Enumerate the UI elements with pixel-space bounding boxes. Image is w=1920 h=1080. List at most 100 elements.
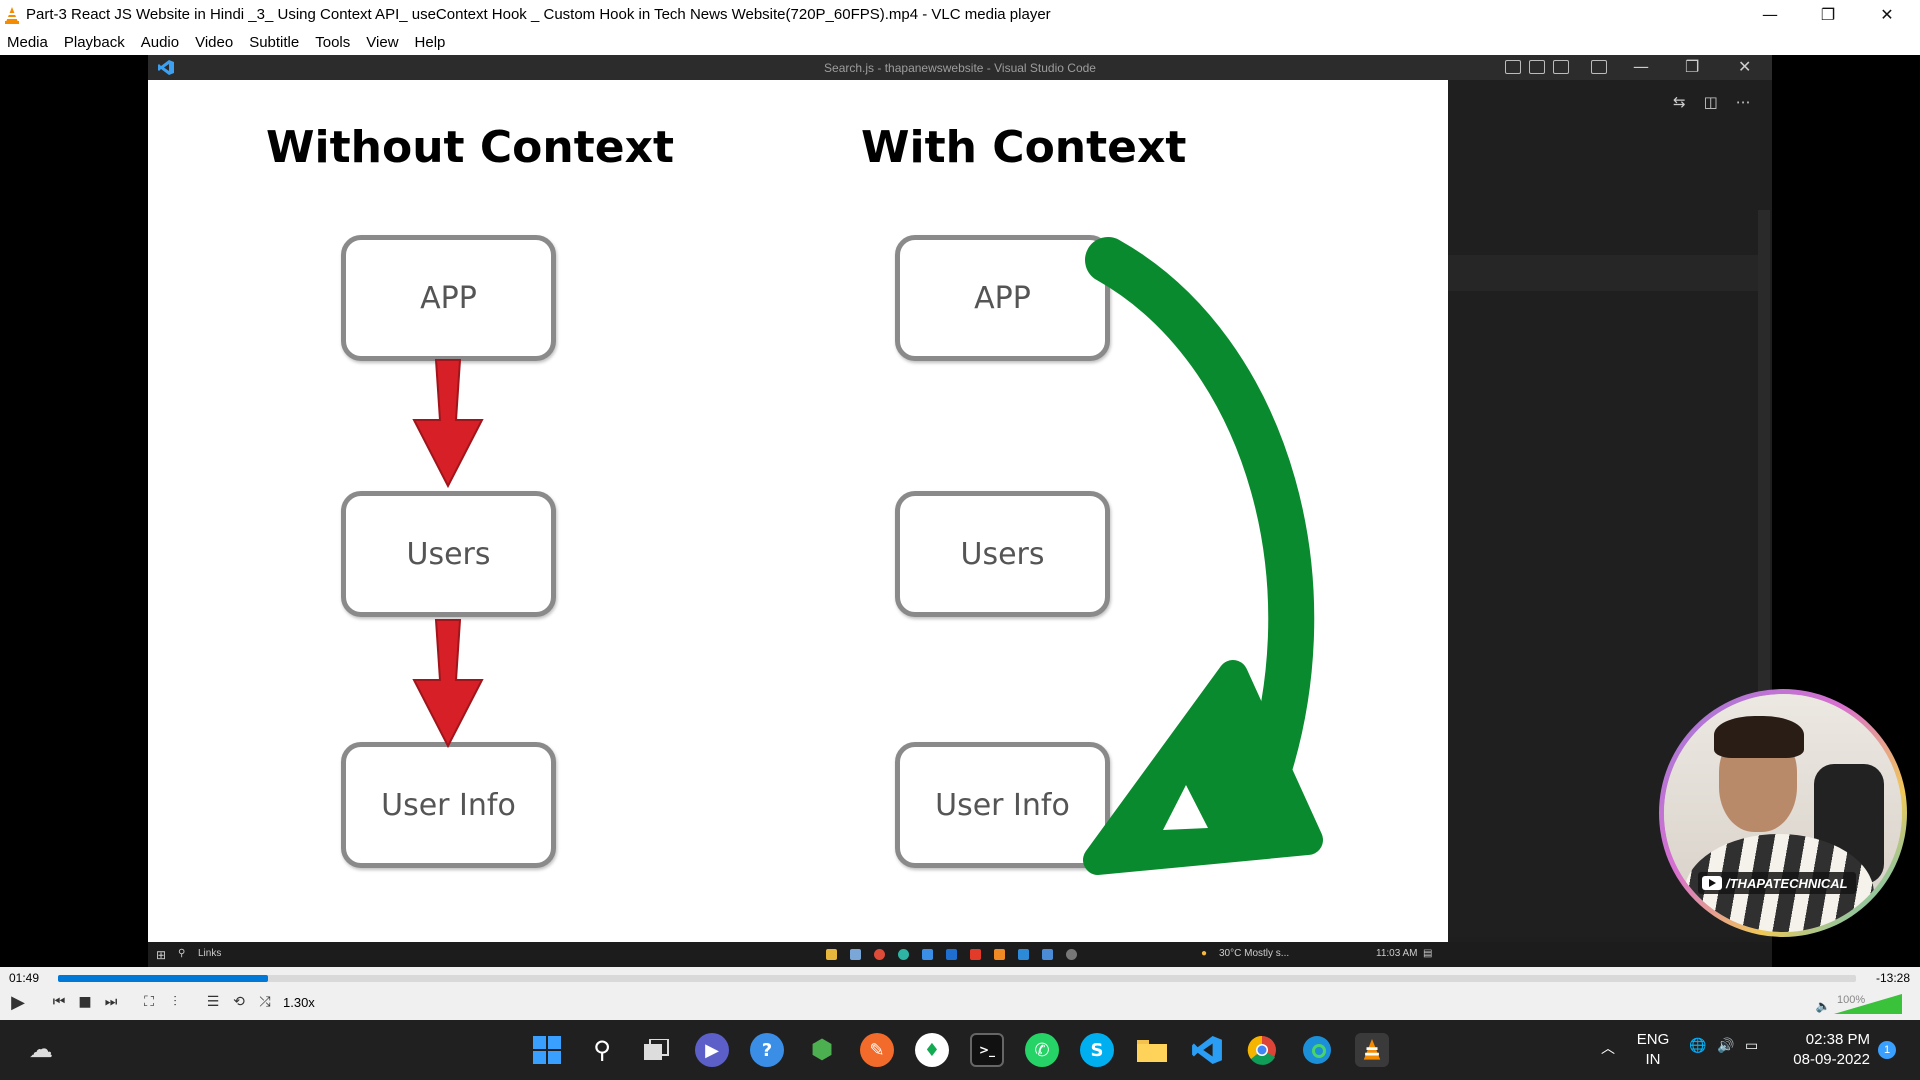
file-explorer-icon[interactable] bbox=[1135, 1033, 1169, 1067]
menu-video[interactable]: Video bbox=[195, 34, 233, 51]
menu-playback[interactable]: Playback bbox=[64, 34, 125, 51]
menu-subtitle[interactable]: Subtitle bbox=[249, 34, 299, 51]
green-arrow-app-to-userinfo bbox=[1083, 237, 1323, 875]
volume-slider[interactable] bbox=[1834, 994, 1902, 1014]
volume-icon[interactable]: 🔈 bbox=[1812, 995, 1834, 1017]
red-arrow-app-to-users bbox=[412, 359, 484, 489]
editor-highlight-band bbox=[1448, 255, 1758, 291]
compare-changes-icon: ⇆ bbox=[1673, 93, 1686, 111]
menu-audio[interactable]: Audio bbox=[141, 34, 179, 51]
loop-button[interactable]: ⟲ bbox=[228, 991, 250, 1013]
heading-with-context: With Context bbox=[861, 122, 1187, 173]
speaker-icon[interactable]: 🔊 bbox=[1717, 1038, 1734, 1054]
postman-icon[interactable]: ✎ bbox=[860, 1033, 894, 1067]
extended-settings-button[interactable]: ⫶ bbox=[164, 991, 186, 1013]
inner-obs-icon bbox=[1066, 949, 1077, 960]
whatsapp-icon[interactable]: ✆ bbox=[1025, 1033, 1059, 1067]
inner-chrome-icon bbox=[874, 949, 885, 960]
task-view-icon[interactable] bbox=[640, 1033, 674, 1067]
restore-button[interactable]: ❐ bbox=[1799, 0, 1857, 29]
terminal-icon[interactable]: >_ bbox=[970, 1033, 1004, 1067]
red-arrow-users-to-userinfo bbox=[412, 619, 484, 749]
fullscreen-button[interactable]: ⛶ bbox=[138, 991, 160, 1013]
weather-widget-icon[interactable]: ☁ bbox=[24, 1032, 58, 1066]
get-help-icon[interactable]: ? bbox=[750, 1033, 784, 1067]
menu-help[interactable]: Help bbox=[415, 34, 446, 51]
battery-icon[interactable]: ▭ bbox=[1745, 1038, 1758, 1054]
seek-bar[interactable] bbox=[58, 975, 1856, 982]
vlc-logo-icon bbox=[5, 6, 19, 24]
vscode-window: Search.js - thapanewswebsite - Visual St… bbox=[148, 55, 1907, 967]
webcam-overlay: /THAPATECHNICAL bbox=[1659, 689, 1907, 937]
channel-name: /THAPATECHNICAL bbox=[1726, 875, 1848, 891]
taskbar: ☁ ⚲ ▶ ? ⬢ ✎ ♦ >_ ✆ S ︿ ENG IN 🌐 🔊 ▭ 02:3… bbox=[0, 1020, 1920, 1080]
inner-search-icon: ⚲ bbox=[178, 948, 186, 959]
layout-icon bbox=[1591, 60, 1607, 74]
inner-folder-icon bbox=[826, 949, 837, 960]
box-users-without: Users bbox=[341, 491, 556, 617]
vlc-icon[interactable] bbox=[1355, 1033, 1389, 1067]
more-actions-icon: ⋯ bbox=[1735, 93, 1751, 111]
language[interactable]: ENG bbox=[1633, 1030, 1673, 1050]
toggle-secondary-sidebar-icon bbox=[1553, 60, 1569, 74]
editor-toolbar: ⇆ ◫ ⋯ bbox=[1673, 93, 1751, 111]
heading-without-context: Without Context bbox=[266, 122, 675, 173]
inner-app-icon bbox=[850, 949, 861, 960]
minimize-button[interactable]: — bbox=[1741, 0, 1799, 29]
clock-time[interactable]: 02:38 PM bbox=[1786, 1030, 1870, 1050]
mongodb-compass-icon[interactable]: ♦ bbox=[915, 1033, 949, 1067]
inner-weather: 30°C Mostly s... bbox=[1219, 948, 1290, 959]
inner-word-icon bbox=[1042, 949, 1053, 960]
box-app-without: APP bbox=[341, 235, 556, 361]
inner-edge-icon bbox=[898, 949, 909, 960]
chrome-icon[interactable] bbox=[1245, 1033, 1279, 1067]
menu-view[interactable]: View bbox=[366, 34, 398, 51]
region: IN bbox=[1645, 1051, 1661, 1068]
vscode-title-bar: Search.js - thapanewswebsite - Visual St… bbox=[148, 55, 1772, 80]
skype-icon[interactable]: S bbox=[1080, 1033, 1114, 1067]
start-button[interactable] bbox=[530, 1033, 564, 1067]
play-button[interactable]: ▶ bbox=[7, 991, 29, 1013]
menu-media[interactable]: Media bbox=[7, 34, 48, 51]
clock-date[interactable]: 08-09-2022 bbox=[1786, 1050, 1870, 1070]
toggle-sidebar-icon bbox=[1505, 60, 1521, 74]
menu-bar: Media Playback Audio Video Subtitle Tool… bbox=[0, 29, 1920, 55]
search-icon[interactable]: ⚲ bbox=[585, 1033, 619, 1067]
vscode-icon[interactable] bbox=[1190, 1033, 1224, 1067]
inner-store-icon bbox=[946, 949, 957, 960]
notification-badge[interactable]: 1 bbox=[1878, 1041, 1896, 1059]
chat-icon[interactable]: ▶ bbox=[695, 1033, 729, 1067]
stop-button[interactable]: ■ bbox=[74, 991, 96, 1013]
inner-vscode-icon bbox=[1018, 949, 1029, 960]
shuffle-button[interactable]: ⤮ bbox=[254, 991, 276, 1013]
seek-bar-progress bbox=[58, 975, 269, 982]
inner-sublime-icon bbox=[994, 949, 1005, 960]
next-button[interactable]: ⏭ bbox=[100, 991, 122, 1013]
menu-tools[interactable]: Tools bbox=[315, 34, 350, 51]
channel-tag: /THAPATECHNICAL bbox=[1698, 872, 1856, 894]
player-controls: 01:49 -13:28 ▶ ⏮ ■ ⏭ ⛶ ⫶ ☰ ⟲ ⤮ 1.30x 🔈 1… bbox=[0, 967, 1920, 1020]
split-editor-icon: ◫ bbox=[1703, 93, 1718, 111]
network-icon[interactable]: 🌐 bbox=[1689, 1038, 1706, 1054]
playback-speed[interactable]: 1.30x bbox=[283, 995, 315, 1010]
slide: Without Context With Context APP Users U… bbox=[148, 80, 1448, 942]
previous-button[interactable]: ⏮ bbox=[48, 991, 70, 1013]
inner-search-label: Links bbox=[198, 948, 222, 959]
remaining-time[interactable]: -13:28 bbox=[1876, 971, 1910, 985]
inner-taskbar: ⊞ ⚲ Links ● 30°C Mostly s... 11:03 AM ▤ bbox=[148, 942, 1772, 967]
title-bar: Part-3 React JS Website in Hindi _3_ Usi… bbox=[0, 0, 1920, 29]
vscode-minimize-icon: — bbox=[1633, 57, 1649, 76]
playlist-button[interactable]: ☰ bbox=[202, 991, 224, 1013]
close-button[interactable]: ✕ bbox=[1858, 0, 1916, 29]
elapsed-time: 01:49 bbox=[9, 971, 40, 985]
video-area[interactable]: Search.js - thapanewswebsite - Visual St… bbox=[0, 55, 1920, 967]
window-title: Part-3 React JS Website in Hindi _3_ Usi… bbox=[26, 6, 1051, 23]
vscode-close-icon: ✕ bbox=[1738, 57, 1752, 76]
inner-weather-icon: ● bbox=[1201, 948, 1208, 959]
inner-office-icon bbox=[970, 949, 981, 960]
edge-icon[interactable] bbox=[1300, 1033, 1334, 1067]
show-hidden-icons-icon[interactable]: ︿ bbox=[1601, 1038, 1615, 1058]
inner-mail-icon bbox=[922, 949, 933, 960]
nodejs-icon[interactable]: ⬢ bbox=[805, 1033, 839, 1067]
toggle-panel-icon bbox=[1529, 60, 1545, 74]
